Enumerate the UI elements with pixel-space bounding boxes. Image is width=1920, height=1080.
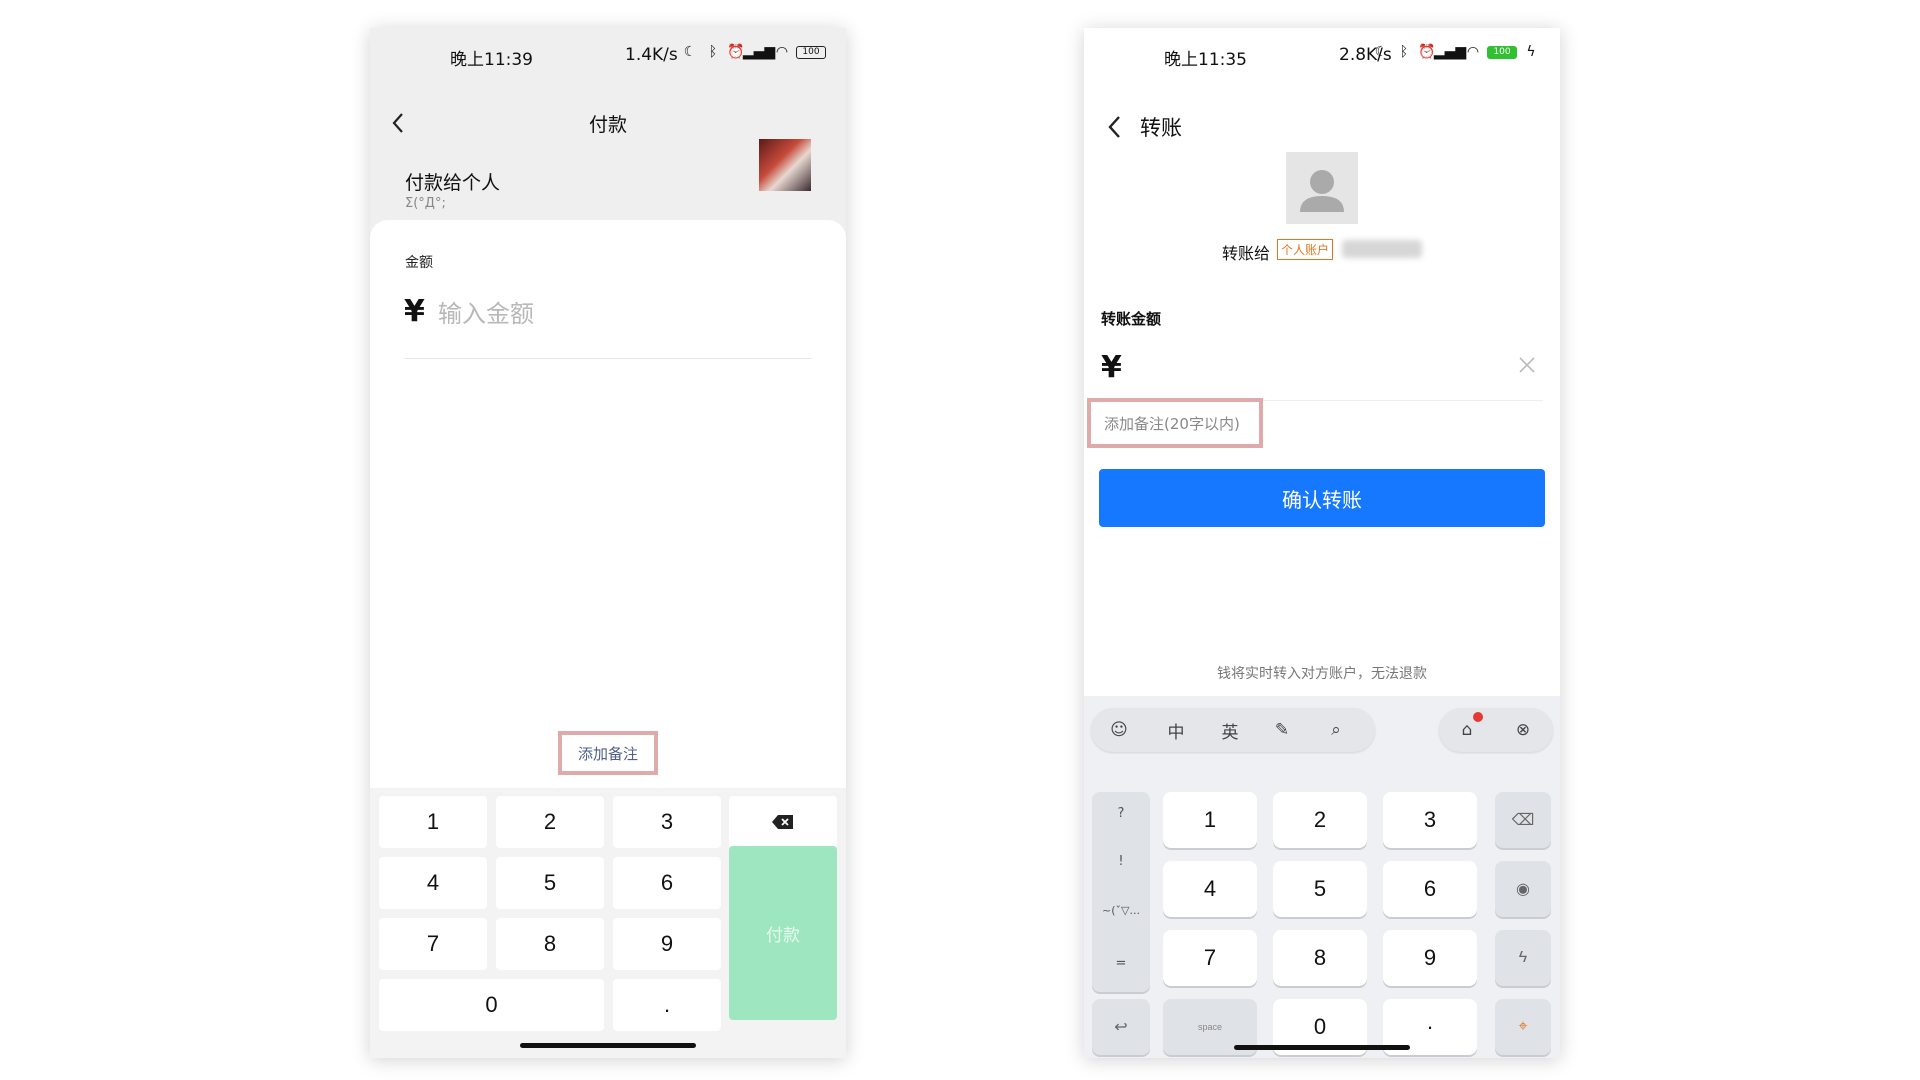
return-icon: ↩ <box>1114 1019 1128 1036</box>
key-7[interactable]: 7 <box>1163 930 1257 986</box>
symbol-kaomoji[interactable]: ~(ˇ▽... <box>1092 904 1150 917</box>
notification-dot <box>1473 712 1483 722</box>
signal-icon: ▂▄▆ <box>1433 44 1467 60</box>
key-8[interactable]: 8 <box>1273 930 1367 986</box>
amount-label: 转账金额 <box>1101 310 1162 328</box>
lightning-icon: ϟ <box>1518 949 1528 966</box>
key-4[interactable]: 4 <box>1163 861 1257 917</box>
payee-title: 付款给个人 <box>405 172 501 194</box>
keyboard: ☺ 中 英 ✎ ⌕ ⌂ ⊗ ? ! ~(ˇ▽... = 1 2 3 ⌫ 4 5 … <box>1084 696 1560 1058</box>
english-mode-button[interactable]: 英 <box>1205 708 1255 752</box>
home-indicator[interactable] <box>1234 1045 1410 1050</box>
avatar <box>759 139 811 191</box>
symbol-equals[interactable]: = <box>1092 956 1150 971</box>
page-title: 付款 <box>588 114 627 136</box>
chinese-mode-button[interactable]: 中 <box>1147 708 1205 752</box>
wifi-icon: ◠ <box>1466 44 1480 60</box>
add-note-field[interactable]: 添加备注(20字以内) <box>1087 398 1263 448</box>
key-0[interactable]: 0 <box>379 979 604 1031</box>
key-dot[interactable]: . <box>613 979 721 1031</box>
key-6[interactable]: 6 <box>1383 861 1477 917</box>
divider <box>405 358 811 359</box>
backspace-icon: ⌫ <box>1511 812 1535 829</box>
amount-input[interactable] <box>438 300 738 328</box>
moon-icon: ☾ <box>683 44 697 60</box>
moon-icon: ☾ <box>1374 44 1388 60</box>
symbol-exclaim[interactable]: ! <box>1092 854 1150 869</box>
backspace-key[interactable]: ⌫ <box>1495 792 1551 848</box>
status-bar: 晚上11:39 1.4K/s ☾ ᛒ ⏰ ▂▄▆ ◠ 100 <box>370 28 846 80</box>
confirm-transfer-button[interactable]: 确认转账 <box>1099 469 1545 527</box>
key-4[interactable]: 4 <box>379 857 487 909</box>
search-icon[interactable]: ⌕ <box>1309 708 1363 752</box>
wifi-icon: ◠ <box>775 44 789 60</box>
payee-name: Σ(°Д°; <box>405 196 446 211</box>
status-bar: 晚上11:35 2.8K/s ☾ ᛒ ⏰ ▂▄▆ ◠ 100 ϟ <box>1084 28 1560 80</box>
backspace-icon <box>772 815 793 829</box>
charging-icon: ϟ <box>1526 44 1536 60</box>
return-key[interactable]: ↩ <box>1092 999 1150 1055</box>
recipient-prefix: 转账给 <box>1222 244 1271 263</box>
key-5[interactable]: 5 <box>1273 861 1367 917</box>
currency-symbol: ¥ <box>404 294 425 329</box>
signal-icon: ▂▄▆ <box>742 44 776 60</box>
home-indicator[interactable] <box>520 1043 696 1048</box>
key-9[interactable]: 9 <box>613 918 721 970</box>
transfer-screen: 晚上11:35 2.8K/s ☾ ᛒ ⏰ ▂▄▆ ◠ 100 ϟ 转账 转账给 … <box>1084 28 1560 1058</box>
transfer-hint: 钱将实时转入对方账户，无法退款 <box>1217 666 1427 682</box>
key-2[interactable]: 2 <box>1273 792 1367 848</box>
symbol-column[interactable]: ? ! ~(ˇ▽... = <box>1092 792 1150 992</box>
key-2[interactable]: 2 <box>496 796 604 848</box>
status-time: 晚上11:35 <box>1164 50 1247 70</box>
avatar <box>1286 152 1358 224</box>
cursor-key[interactable]: ⌖ <box>1495 999 1551 1055</box>
key-6[interactable]: 6 <box>613 857 721 909</box>
payment-screen: 晚上11:39 1.4K/s ☾ ᛒ ⏰ ▂▄▆ ◠ 100 付款 付款给个人 … <box>370 28 846 1058</box>
clear-icon[interactable] <box>1516 354 1538 376</box>
key-1[interactable]: 1 <box>1163 792 1257 848</box>
home-icon[interactable]: ⌂ <box>1439 708 1495 752</box>
key-3[interactable]: 3 <box>613 796 721 848</box>
flash-key[interactable]: ϟ <box>1495 930 1551 986</box>
chat-icon: ◉ <box>1516 881 1530 898</box>
backspace-key[interactable] <box>729 796 837 848</box>
handwriting-icon[interactable]: ✎ <box>1255 708 1309 752</box>
currency-symbol: ¥ <box>1101 350 1122 385</box>
page-title: 转账 <box>1140 116 1182 140</box>
key-3[interactable]: 3 <box>1383 792 1477 848</box>
keyboard-toolbar-right: ⌂ ⊗ <box>1439 708 1553 752</box>
add-note-link[interactable]: 添加备注 <box>558 731 658 775</box>
battery-icon: 100 <box>1487 45 1517 59</box>
crosshair-icon: ⌖ <box>1518 1018 1528 1035</box>
pay-button[interactable]: 付款 <box>729 846 837 1020</box>
numeric-keypad: 1 2 3 4 5 6 7 8 9 0 . 付款 <box>370 788 846 1058</box>
bluetooth-icon: ᛒ <box>708 44 718 60</box>
account-type-badge: 个人账户 <box>1277 239 1334 260</box>
chat-key[interactable]: ◉ <box>1495 861 1551 917</box>
key-5[interactable]: 5 <box>496 857 604 909</box>
emoji-icon[interactable]: ☺ <box>1091 708 1147 752</box>
back-arrow-icon[interactable] <box>1102 112 1126 142</box>
key-8[interactable]: 8 <box>496 918 604 970</box>
amount-label: 金额 <box>405 255 433 271</box>
recipient-name-redacted <box>1342 240 1422 258</box>
battery-icon: 100 <box>796 45 826 59</box>
person-icon <box>1300 170 1344 212</box>
network-speed: 1.4K/s <box>625 45 678 65</box>
bluetooth-icon: ᛒ <box>1399 44 1409 60</box>
status-time: 晚上11:39 <box>450 50 533 70</box>
close-keyboard-icon[interactable]: ⊗ <box>1495 708 1551 752</box>
key-7[interactable]: 7 <box>379 918 487 970</box>
key-9[interactable]: 9 <box>1383 930 1477 986</box>
keyboard-toolbar: ☺ 中 英 ✎ ⌕ <box>1091 708 1375 752</box>
symbol-question[interactable]: ? <box>1092 806 1150 821</box>
key-1[interactable]: 1 <box>379 796 487 848</box>
